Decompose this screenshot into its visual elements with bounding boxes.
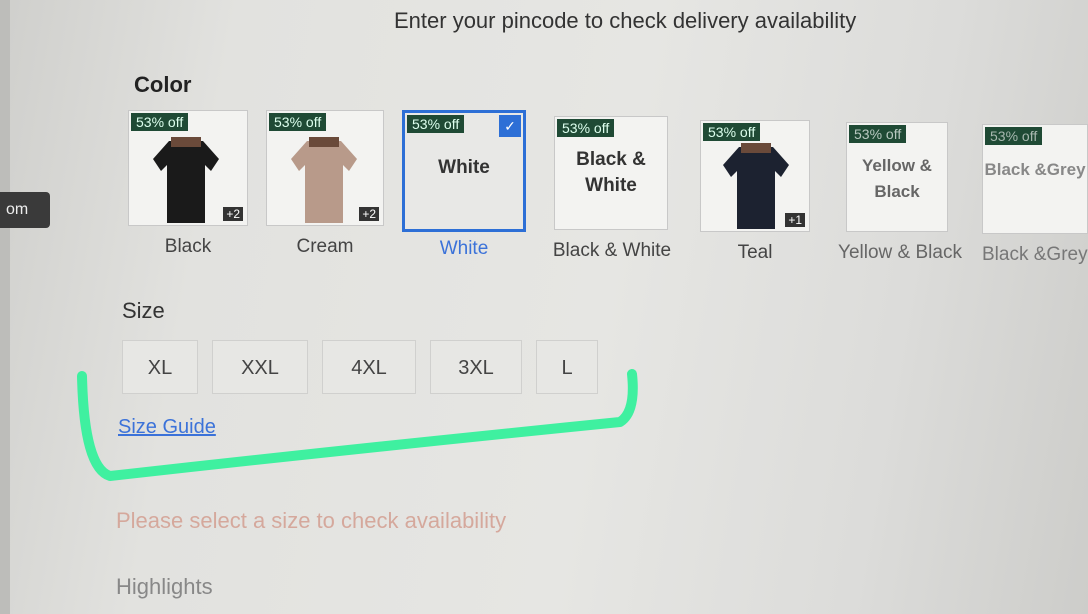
availability-message: Please select a size to check availabili… (116, 508, 507, 533)
highlights-heading: Highlights (116, 574, 213, 599)
